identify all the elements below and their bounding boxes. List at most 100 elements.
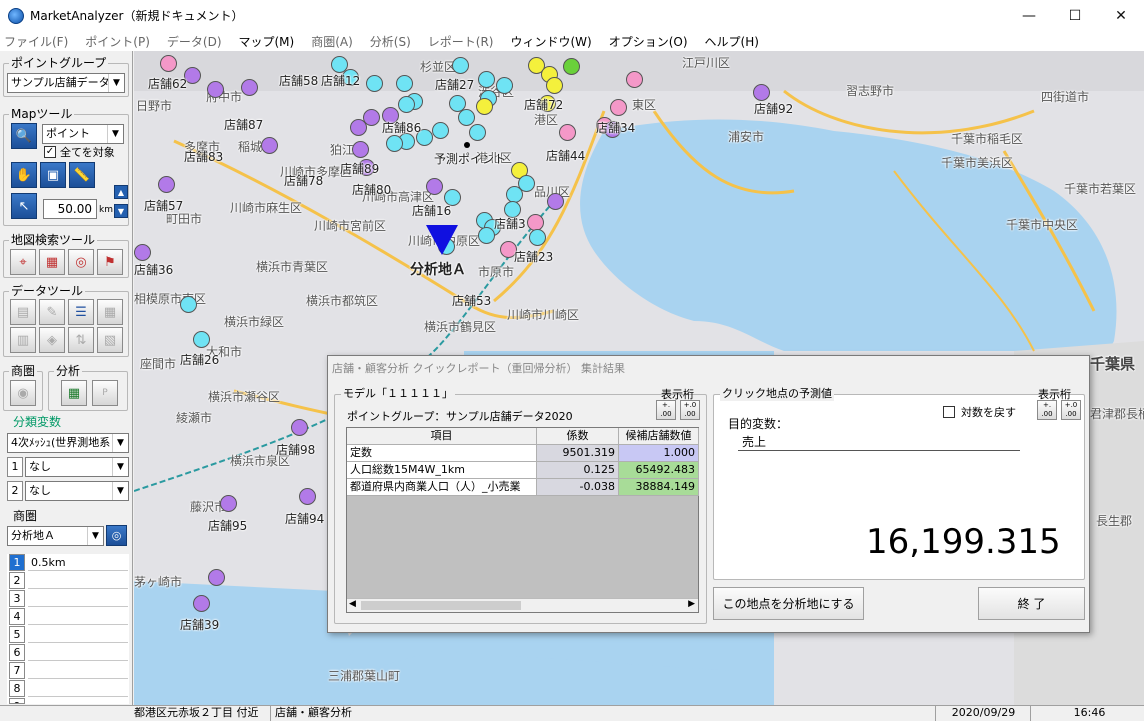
calculator-button[interactable]: ▦ xyxy=(97,299,123,325)
circle-trade-area-button[interactable]: ◉ xyxy=(10,380,36,406)
trade-row-value[interactable] xyxy=(28,680,128,697)
point-group-select[interactable]: サンプル店舗データ2 ▼ xyxy=(7,73,125,93)
column-header-value[interactable]: 候補店舗数値 xyxy=(619,428,699,445)
set-analysis-point-button[interactable]: この地点を分析地にする xyxy=(713,587,864,620)
store-marker[interactable] xyxy=(563,58,580,75)
select-area-tool-button[interactable]: ▣ xyxy=(40,162,66,188)
store-marker[interactable] xyxy=(458,109,475,126)
store-marker[interactable] xyxy=(478,71,495,88)
store-marker[interactable] xyxy=(753,84,770,101)
store-marker[interactable] xyxy=(350,119,367,136)
store-marker[interactable] xyxy=(426,178,443,195)
table-row-value[interactable]: 38884.149 xyxy=(619,479,699,496)
forecast-decrease-digits-button[interactable]: +. .00 xyxy=(1037,400,1057,420)
store-marker[interactable] xyxy=(193,595,210,612)
trade-row-number[interactable]: 9 xyxy=(9,698,25,704)
table-button[interactable]: ▥ xyxy=(10,327,36,353)
store-marker[interactable] xyxy=(158,176,175,193)
store-marker[interactable] xyxy=(134,244,151,261)
menu-data[interactable]: データ(D) xyxy=(167,33,222,50)
trade-row-number[interactable]: 6 xyxy=(9,644,25,661)
trade-row-number[interactable]: 4 xyxy=(9,608,25,625)
distance-down-button[interactable]: ▼ xyxy=(114,204,128,218)
store-marker[interactable] xyxy=(160,55,177,72)
store-marker[interactable] xyxy=(261,137,278,154)
trade-row-value[interactable] xyxy=(28,662,128,679)
pointer-tool-button[interactable]: ↖ xyxy=(11,193,37,219)
trade-row-value[interactable]: 0.5km xyxy=(28,554,128,571)
edit-data-button[interactable]: ✎ xyxy=(39,299,65,325)
map-tool-mode-select[interactable]: ポイント ▼ xyxy=(42,124,124,144)
store-marker[interactable] xyxy=(547,193,564,210)
store-marker[interactable] xyxy=(496,77,513,94)
excel-export-button[interactable]: ▦ xyxy=(61,380,87,406)
store-marker[interactable] xyxy=(180,296,197,313)
trade-row-value[interactable] xyxy=(28,590,128,607)
trade-row-number[interactable]: 2 xyxy=(9,572,25,589)
menu-option[interactable]: オプション(O) xyxy=(609,33,688,50)
target-all-checkbox[interactable]: ✓ xyxy=(44,146,56,158)
store-marker[interactable] xyxy=(352,141,369,158)
search-station-button[interactable]: ▦ xyxy=(39,249,65,275)
search-landmark-button[interactable]: ◎ xyxy=(68,249,94,275)
chart-button[interactable]: ▧ xyxy=(97,327,123,353)
close-window-button[interactable]: ✕ xyxy=(1098,0,1144,31)
class-var-1-select[interactable]: なし ▼ xyxy=(25,457,129,477)
trade-row-value[interactable] xyxy=(28,572,128,589)
store-marker[interactable] xyxy=(366,75,383,92)
pan-tool-button[interactable]: ✋ xyxy=(11,162,37,188)
store-marker[interactable] xyxy=(396,75,413,92)
trade-row-value[interactable] xyxy=(28,626,128,643)
zoom-tool-button[interactable]: 🔍 xyxy=(11,123,37,149)
store-marker[interactable] xyxy=(529,229,546,246)
store-marker[interactable] xyxy=(220,495,237,512)
store-marker[interactable] xyxy=(193,331,210,348)
mesh-select[interactable]: 4次ﾒｯｼｭ(世界測地系 ▼ xyxy=(7,433,129,453)
trade-row-number[interactable]: 3 xyxy=(9,590,25,607)
store-marker[interactable] xyxy=(610,99,627,116)
search-address-button[interactable]: ⌖ xyxy=(10,249,36,275)
table-row-coef[interactable]: 9501.319 xyxy=(537,445,619,462)
trade-row-number[interactable]: 5 xyxy=(9,626,25,643)
store-marker[interactable] xyxy=(208,569,225,586)
menu-report[interactable]: レポート(R) xyxy=(428,33,494,50)
menu-help[interactable]: ヘルプ(H) xyxy=(705,33,759,50)
table-row-coef[interactable]: -0.038 xyxy=(537,479,619,496)
close-dialog-button[interactable]: 終 了 xyxy=(978,587,1085,620)
table-row-item[interactable]: 人口総数15M4W_1km xyxy=(347,462,537,479)
menu-point[interactable]: ポイント(P) xyxy=(85,33,150,50)
ppla-button[interactable]: P xyxy=(92,380,118,406)
store-marker[interactable] xyxy=(207,81,224,98)
sort-button[interactable]: ⇅ xyxy=(68,327,94,353)
menu-file[interactable]: ファイル(F) xyxy=(4,33,68,50)
store-marker[interactable] xyxy=(476,98,493,115)
trade-row-value[interactable] xyxy=(28,644,128,661)
trade-row-value[interactable] xyxy=(28,608,128,625)
store-marker[interactable] xyxy=(291,419,308,436)
distance-input[interactable]: 50.00 xyxy=(43,199,97,219)
forecast-increase-digits-button[interactable]: +.0.00 xyxy=(1061,400,1081,420)
store-marker[interactable] xyxy=(478,227,495,244)
store-marker[interactable] xyxy=(386,135,403,152)
scroll-right-icon[interactable]: ▶ xyxy=(688,599,695,609)
store-marker[interactable] xyxy=(469,124,486,141)
log-target-checkbox[interactable] xyxy=(943,406,955,418)
minimize-button[interactable]: — xyxy=(1006,0,1052,31)
trade-row-number[interactable]: 7 xyxy=(9,662,25,679)
scroll-left-icon[interactable]: ◀ xyxy=(349,599,356,609)
store-marker[interactable] xyxy=(241,79,258,96)
menu-analysis[interactable]: 分析(S) xyxy=(370,33,411,50)
table-row-item[interactable]: 都道府県内商業人口（人）_小売業 xyxy=(347,479,537,496)
analysis-point-marker[interactable] xyxy=(426,225,458,255)
horizontal-scrollbar[interactable]: ◀ ▶ xyxy=(347,598,698,612)
layers-button[interactable]: ◈ xyxy=(39,327,65,353)
increase-digits-button[interactable]: +.0.00 xyxy=(680,400,700,420)
scrollbar-thumb[interactable] xyxy=(361,601,521,610)
table-row-value[interactable]: 1.000 xyxy=(619,445,699,462)
store-marker[interactable] xyxy=(626,71,643,88)
column-header-coef[interactable]: 係数 xyxy=(537,428,619,445)
distance-up-button[interactable]: ▲ xyxy=(114,185,128,199)
table-row-item[interactable]: 定数 xyxy=(347,445,537,462)
measure-tool-button[interactable]: 📏 xyxy=(69,162,95,188)
trade-row-number[interactable]: 8 xyxy=(9,680,25,697)
